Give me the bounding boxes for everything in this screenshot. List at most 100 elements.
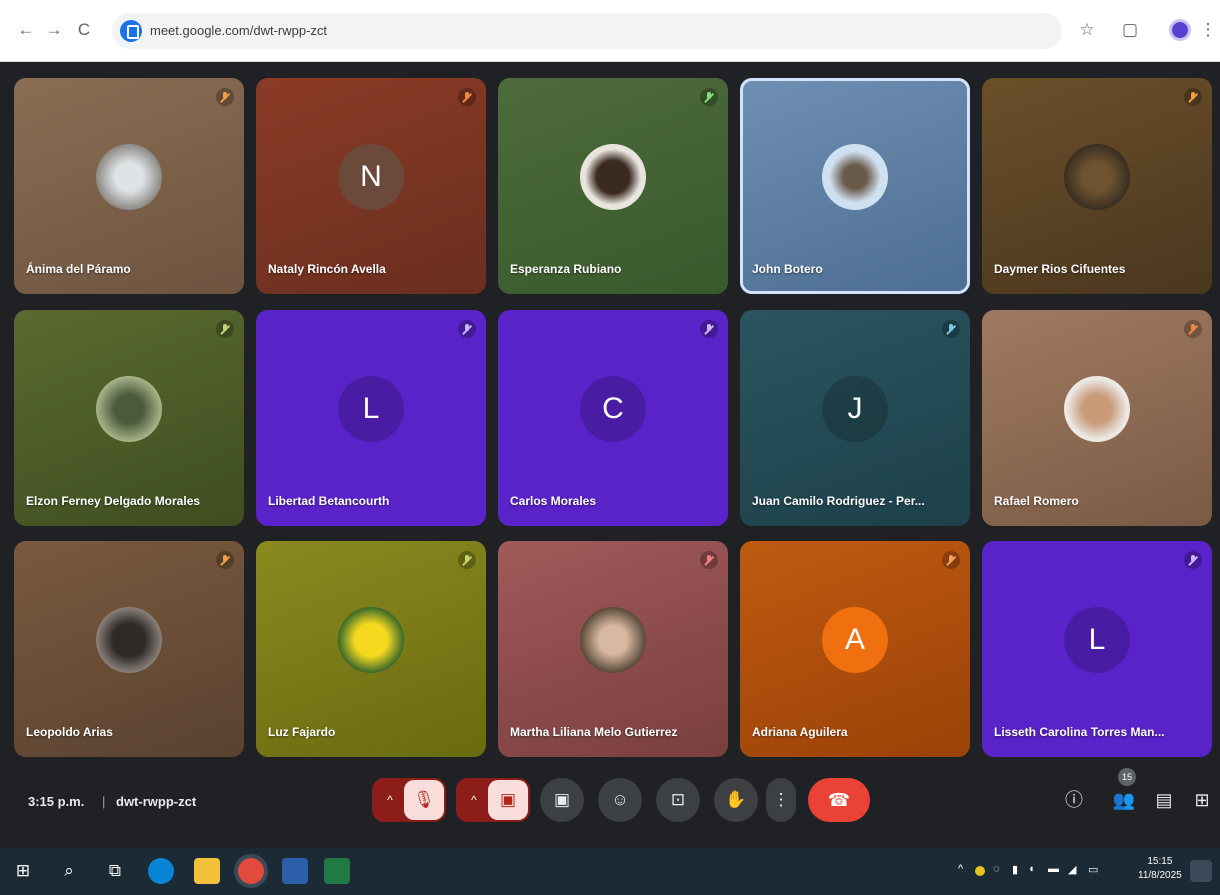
participant-name: Martha Liliana Melo Gutierrez bbox=[510, 725, 678, 739]
muted-mic-icon bbox=[942, 320, 960, 338]
participant-initial-avatar: A bbox=[822, 607, 888, 674]
leave-call-button[interactable]: ☎ bbox=[808, 778, 870, 822]
participant-name: Adriana Aguilera bbox=[752, 725, 848, 739]
camera-off-icon[interactable]: ▣ bbox=[488, 780, 528, 820]
emoji-button[interactable]: ☺ bbox=[598, 778, 642, 822]
tray-network-icon[interactable]: ▬ bbox=[1048, 863, 1059, 875]
participant-initial-avatar: L bbox=[338, 376, 404, 443]
participant-photo-avatar bbox=[580, 144, 646, 211]
participant-name: Luz Fajardo bbox=[268, 725, 336, 739]
meeting-time: 3:15 p.m. bbox=[28, 794, 85, 809]
participant-initial-avatar: L bbox=[1064, 607, 1130, 674]
participant-grid: Ánima del Páramo N Nataly Rincón Avella Esp… bbox=[14, 78, 1218, 760]
meeting-code: dwt-rwpp-zct bbox=[116, 794, 197, 809]
tray-volume-icon[interactable]: ◖ bbox=[1028, 863, 1035, 875]
participant-tile[interactable]: Leopoldo Arias bbox=[14, 541, 244, 757]
people-count-badge: 15 bbox=[1118, 768, 1136, 786]
participant-tile[interactable]: Luz Fajardo bbox=[256, 541, 486, 757]
participant-name: Daymer Rios Cifuentes bbox=[994, 262, 1126, 276]
participant-name: John Botero bbox=[752, 262, 823, 276]
muted-mic-icon bbox=[216, 88, 234, 106]
participant-name: Lisseth Carolina Torres Man... bbox=[994, 725, 1165, 739]
participant-name: Leopoldo Arias bbox=[26, 725, 113, 739]
participant-name: Juan Camilo Rodriguez - Per... bbox=[752, 494, 925, 508]
meet-site-icon bbox=[120, 20, 142, 42]
extensions-icon[interactable]: ▢ bbox=[1118, 18, 1142, 42]
participant-photo-avatar bbox=[580, 607, 646, 674]
mic-off-icon[interactable]: 🎙 bbox=[404, 780, 444, 820]
camera-control: ^ ▣ bbox=[456, 778, 530, 822]
camera-options-chevron-icon[interactable]: ^ bbox=[464, 778, 484, 822]
muted-mic-icon bbox=[700, 88, 718, 106]
people-icon[interactable]: 👥 bbox=[1110, 786, 1138, 814]
browser-toolbar: ← → C meet.google.com/dwt-rwpp-zct ☆ ▢ ⋮ bbox=[0, 0, 1220, 62]
forward-icon[interactable]: → bbox=[42, 18, 66, 42]
participant-photo-avatar bbox=[338, 607, 404, 674]
activities-icon[interactable]: ⊞ bbox=[1188, 786, 1216, 814]
star-icon[interactable]: ☆ bbox=[1075, 18, 1099, 42]
word-icon[interactable] bbox=[282, 858, 308, 884]
edge-icon[interactable] bbox=[148, 858, 174, 884]
muted-mic-icon bbox=[1184, 551, 1202, 569]
clock-date: 11/8/2025 bbox=[1138, 870, 1182, 881]
task-view-icon[interactable]: ⧉ bbox=[104, 860, 126, 882]
participant-tile[interactable]: N Nataly Rincón Avella bbox=[256, 78, 486, 294]
participant-tile[interactable]: Esperanza Rubiano bbox=[498, 78, 728, 294]
tray-battery-icon[interactable]: ◢ bbox=[1068, 863, 1076, 876]
tray-mic-icon[interactable]: ▮ bbox=[1012, 863, 1018, 876]
tray-update-icon[interactable]: ◌ bbox=[993, 863, 1000, 875]
meeting-info-icon[interactable]: ⓘ bbox=[1060, 786, 1088, 814]
participant-name: Rafael Romero bbox=[994, 494, 1079, 508]
start-icon[interactable]: ⊞ bbox=[12, 860, 34, 882]
separator: | bbox=[102, 794, 106, 809]
muted-mic-icon bbox=[700, 551, 718, 569]
participant-tile[interactable]: Ánima del Páramo bbox=[14, 78, 244, 294]
participant-photo-avatar bbox=[1064, 376, 1130, 443]
chat-icon[interactable]: ▤ bbox=[1150, 786, 1178, 814]
captions-button[interactable]: ▣ bbox=[540, 778, 584, 822]
participant-tile[interactable]: J Juan Camilo Rodriguez - Per... bbox=[740, 310, 970, 526]
raise-hand-button[interactable]: ✋ bbox=[714, 778, 758, 822]
file-explorer-icon[interactable] bbox=[194, 858, 220, 884]
present-button[interactable]: ⊡ bbox=[656, 778, 700, 822]
address-bar[interactable]: meet.google.com/dwt-rwpp-zct bbox=[112, 13, 1062, 49]
participant-name: Libertad Betancourth bbox=[268, 494, 390, 508]
meeting-controls: 3:15 p.m. | dwt-rwpp-zct ^ 🎙 ^ ▣ ▣ ☺ ⊡ ✋… bbox=[0, 768, 1220, 838]
more-options-button[interactable]: ⋮ bbox=[766, 778, 796, 822]
participant-tile[interactable]: Elzon Ferney Delgado Morales bbox=[14, 310, 244, 526]
participant-tile[interactable]: Daymer Rios Cifuentes bbox=[982, 78, 1212, 294]
participant-tile[interactable]: C Carlos Morales bbox=[498, 310, 728, 526]
muted-mic-icon bbox=[1184, 88, 1202, 106]
participant-tile[interactable]: L Libertad Betancourth bbox=[256, 310, 486, 526]
windows-taskbar: ⊞ ⌕ ⧉ ^ ◌ ▮ ◖ ▬ ◢ ▭ 15:15 11/8/2025 bbox=[0, 848, 1220, 895]
chrome-icon[interactable] bbox=[238, 858, 264, 884]
participant-tile[interactable]: Martha Liliana Melo Gutierrez bbox=[498, 541, 728, 757]
reload-icon[interactable]: C bbox=[72, 18, 96, 42]
participant-photo-avatar bbox=[96, 376, 162, 443]
participant-tile[interactable]: Rafael Romero bbox=[982, 310, 1212, 526]
participant-photo-avatar bbox=[822, 144, 888, 211]
search-icon[interactable]: ⌕ bbox=[58, 860, 80, 882]
tray-chevron-icon[interactable]: ^ bbox=[958, 863, 963, 875]
tray-app-icon[interactable] bbox=[975, 866, 985, 876]
excel-icon[interactable] bbox=[324, 858, 350, 884]
participant-tile[interactable]: A Adriana Aguilera bbox=[740, 541, 970, 757]
muted-mic-icon bbox=[216, 320, 234, 338]
microphone-control: ^ 🎙 bbox=[372, 778, 446, 822]
notifications-icon[interactable] bbox=[1190, 860, 1212, 882]
participant-photo-avatar bbox=[96, 144, 162, 211]
mic-options-chevron-icon[interactable]: ^ bbox=[380, 778, 400, 822]
muted-mic-icon bbox=[700, 320, 718, 338]
profile-avatar[interactable] bbox=[1169, 19, 1191, 41]
back-icon[interactable]: ← bbox=[14, 18, 38, 42]
clock-time: 15:15 bbox=[1147, 856, 1173, 867]
participant-name: Nataly Rincón Avella bbox=[268, 262, 386, 276]
participant-name: Esperanza Rubiano bbox=[510, 262, 622, 276]
participant-tile[interactable]: L Lisseth Carolina Torres Man... bbox=[982, 541, 1212, 757]
taskbar-clock[interactable]: 15:15 11/8/2025 bbox=[1138, 855, 1182, 883]
tray-keyboard-icon[interactable]: ▭ bbox=[1088, 863, 1098, 876]
browser-menu-icon[interactable]: ⋮ bbox=[1196, 18, 1220, 42]
participant-tile[interactable]: John Botero bbox=[740, 78, 970, 294]
muted-mic-icon bbox=[942, 551, 960, 569]
participant-name: Elzon Ferney Delgado Morales bbox=[26, 494, 201, 508]
